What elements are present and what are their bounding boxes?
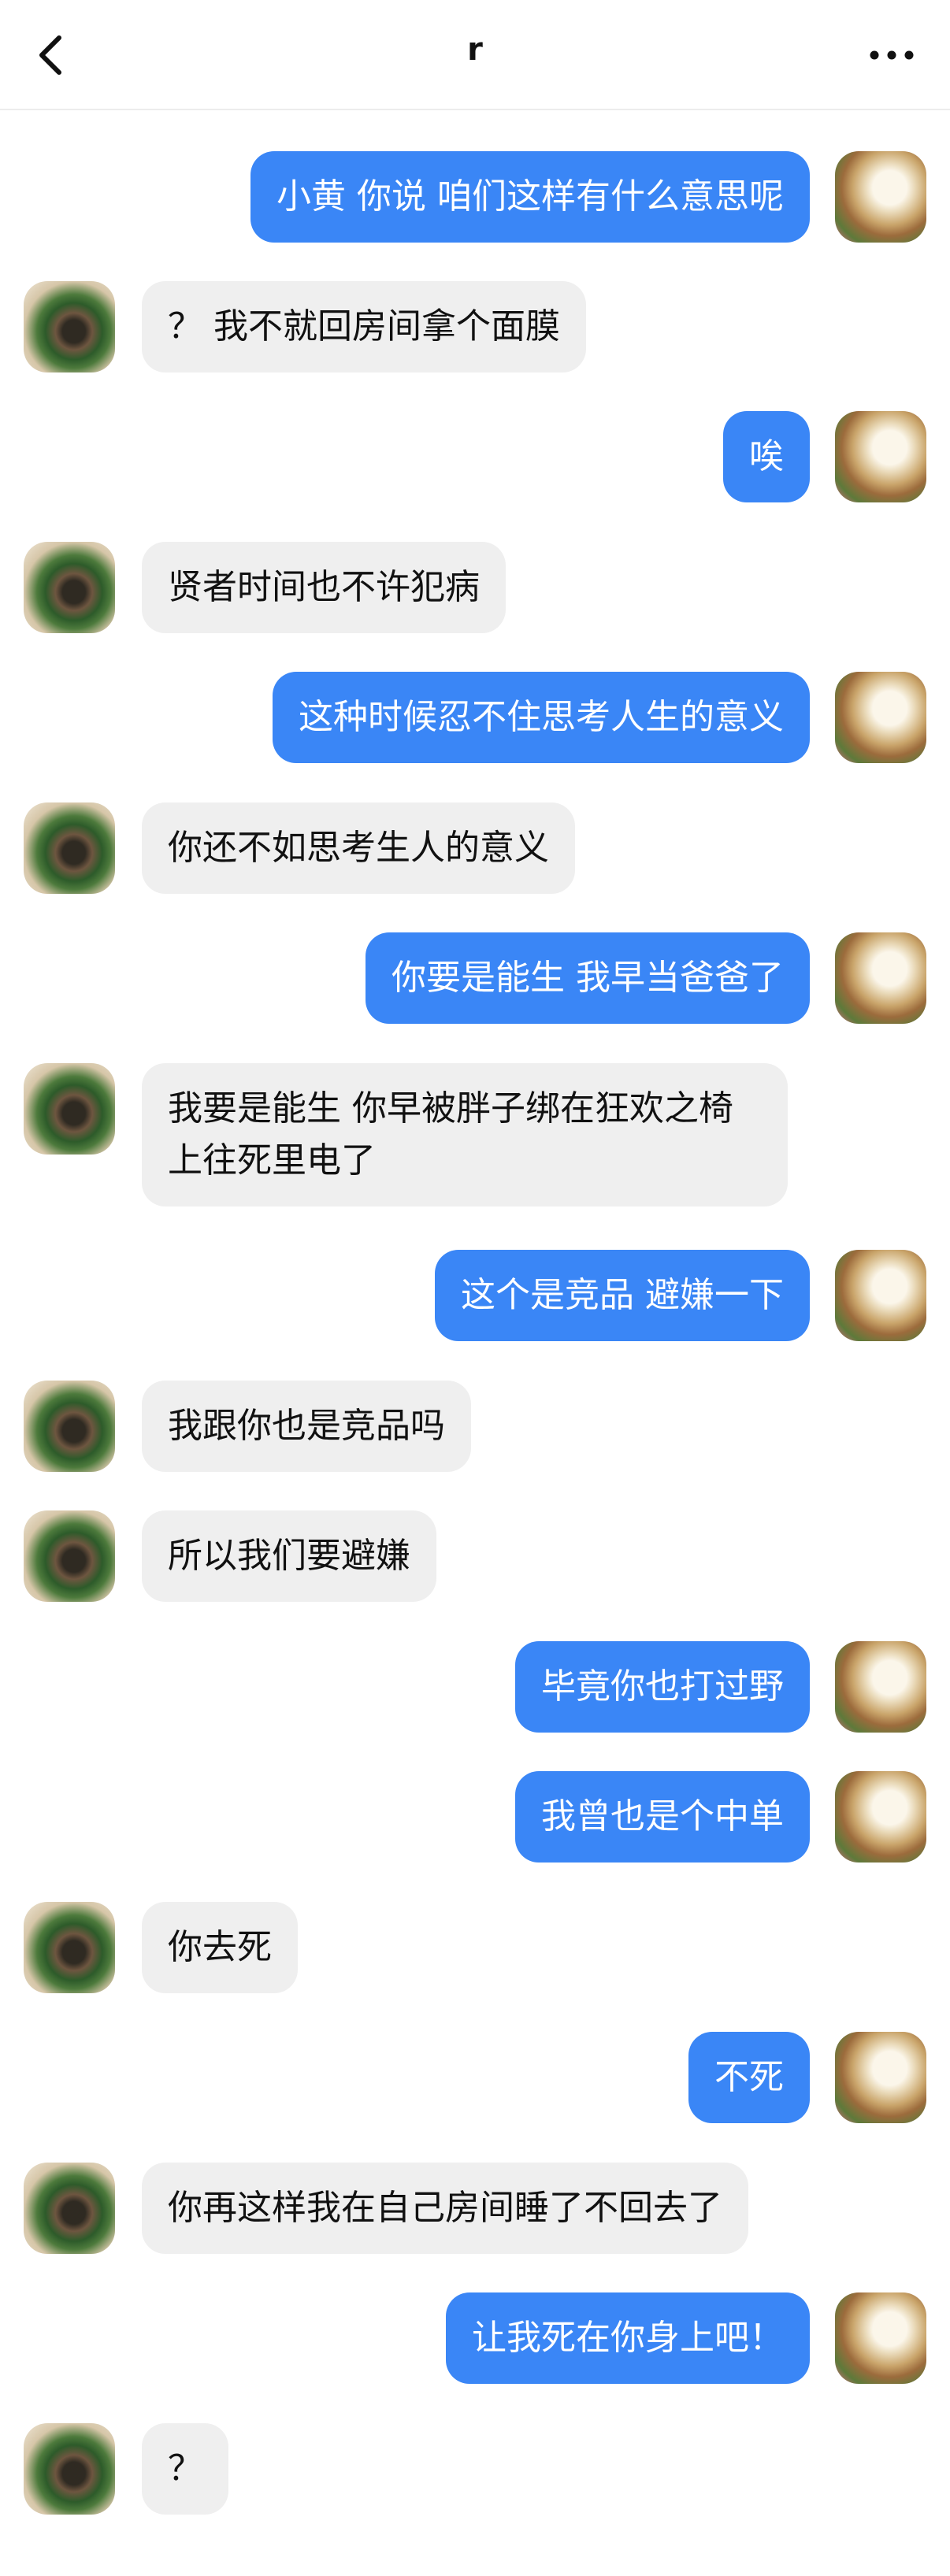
message-bubble[interactable]: 我跟你也是竞品吗 [142,1381,471,1472]
my-avatar[interactable] [835,932,926,1024]
my-avatar[interactable] [835,1641,926,1733]
message-bubble[interactable]: 我曾也是个中单 [515,1771,810,1863]
message-bubble[interactable]: 你要是能生 我早当爸爸了 [366,932,810,1024]
my-avatar[interactable] [835,1250,926,1341]
message-bubble[interactable]: 让我死在你身上吧！ [446,2292,810,2384]
message-bubble[interactable]: 贤者时间也不许犯病 [142,542,506,633]
message-bubble[interactable]: 毕竟你也打过野 [515,1641,810,1733]
contact-avatar[interactable] [24,2423,115,2515]
message-bubble[interactable]: 所以我们要避嫌 [142,1510,436,1602]
message-bubble[interactable]: 你还不如思考生人的意义 [142,802,575,894]
message-bubble[interactable]: 你再这样我在自己房间睡了不回去了 [142,2163,748,2254]
message-bubble[interactable]: 这种时候忍不住思考人生的意义 [273,672,810,763]
message-bubble[interactable]: 我要是能生 你早被胖子绑在狂欢之椅上往死里电了 [142,1063,788,1206]
message-bubble[interactable]: ？ [142,2423,228,2515]
message-list: 小黄 你说 咱们这样有什么意思呢 ？ 我不就回房间拿个面膜唉贤者时间也不许犯病这种… [0,0,950,2576]
message-bubble[interactable]: 这个是竞品 避嫌一下 [435,1250,810,1341]
my-avatar[interactable] [835,672,926,763]
my-avatar[interactable] [835,151,926,243]
contact-avatar[interactable] [24,1381,115,1472]
message-bubble[interactable]: 唉 [723,411,810,502]
contact-avatar[interactable] [24,1510,115,1602]
my-avatar[interactable] [835,1771,926,1863]
message-bubble[interactable]: 小黄 你说 咱们这样有什么意思呢 [250,151,810,243]
contact-avatar[interactable] [24,1902,115,1993]
my-avatar[interactable] [835,2032,926,2123]
my-avatar[interactable] [835,2292,926,2384]
message-bubble[interactable]: 你去死 [142,1902,298,1993]
contact-avatar[interactable] [24,2163,115,2254]
contact-avatar[interactable] [24,542,115,633]
message-bubble[interactable]: 不死 [688,2032,810,2123]
message-bubble[interactable]: ？ 我不就回房间拿个面膜 [142,281,586,373]
contact-avatar[interactable] [24,1063,115,1155]
contact-avatar[interactable] [24,802,115,894]
my-avatar[interactable] [835,411,926,502]
contact-avatar[interactable] [24,281,115,373]
